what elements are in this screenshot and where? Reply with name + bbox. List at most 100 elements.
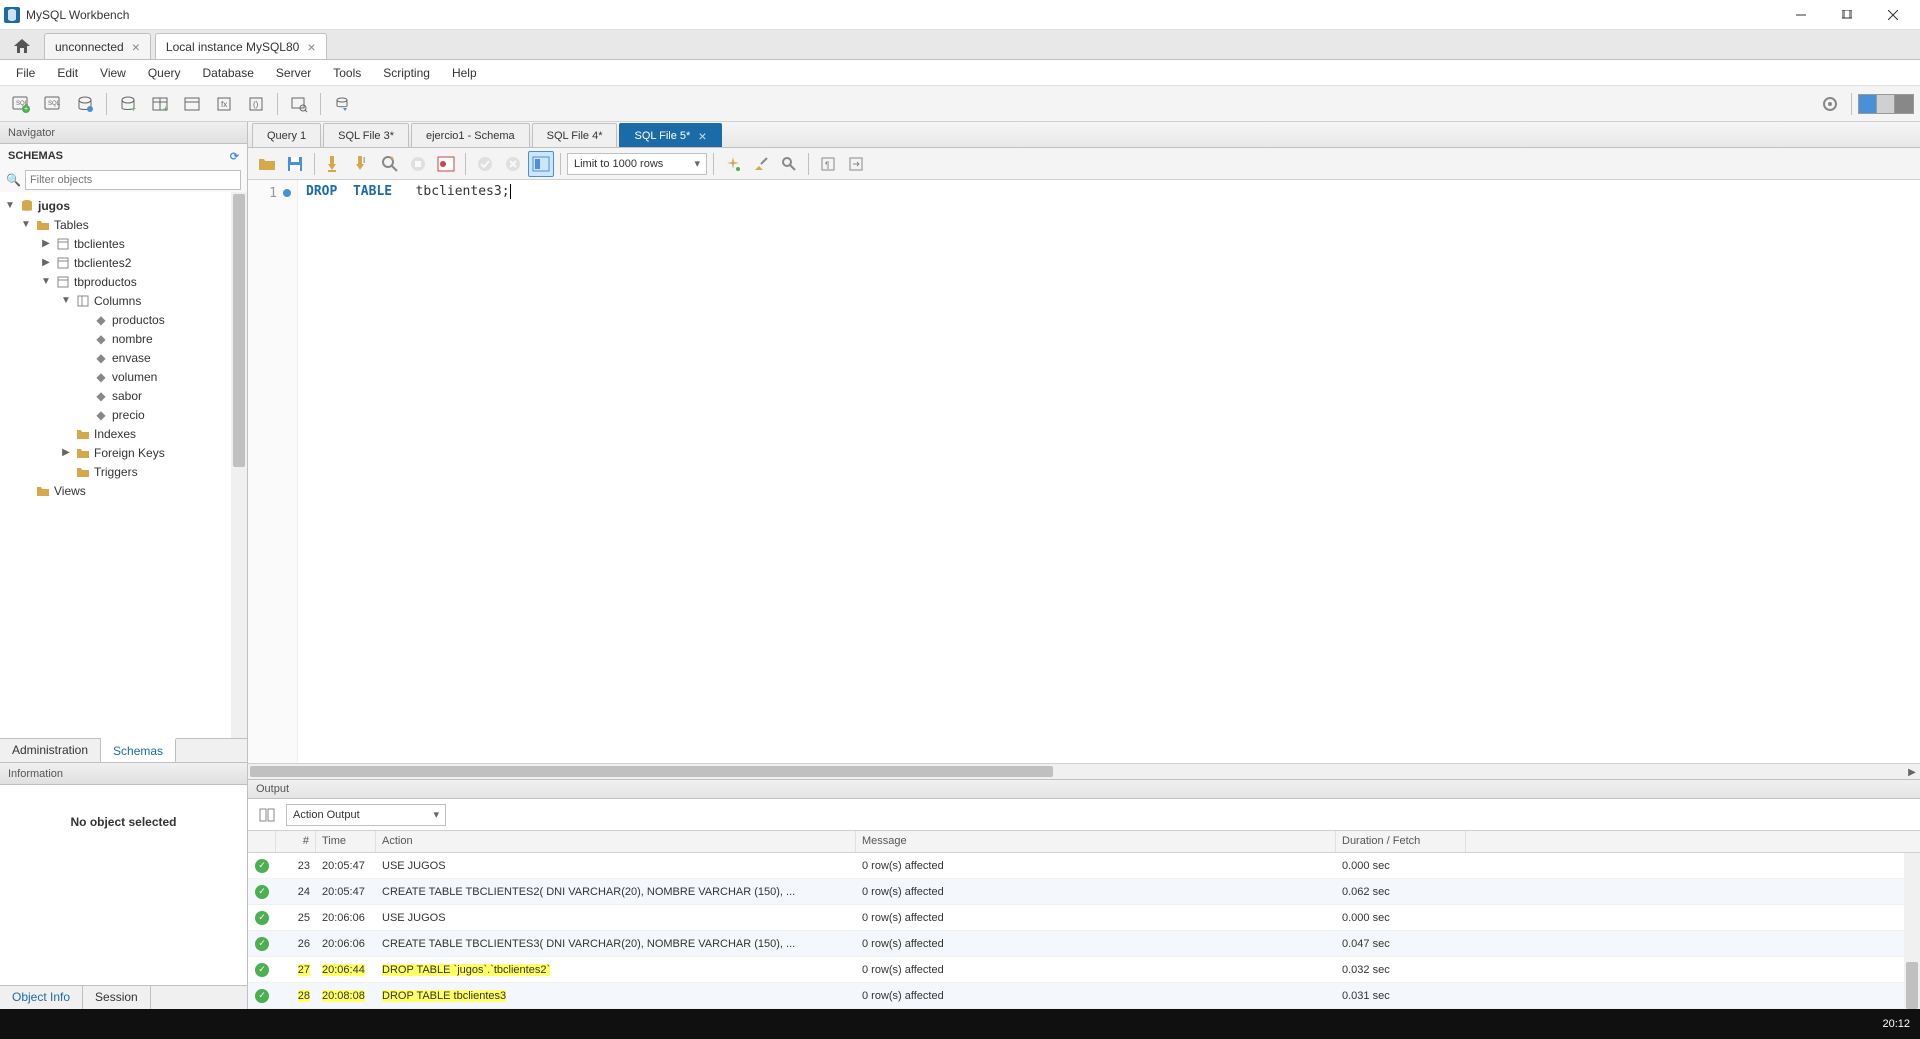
create-schema-button[interactable]: +	[113, 90, 143, 118]
open-sql-button[interactable]: SQL	[38, 90, 68, 118]
tree-tables[interactable]: ▼ Tables	[0, 215, 247, 234]
layout-toggle[interactable]	[1858, 94, 1914, 114]
collapse-icon[interactable]: ▼	[4, 200, 16, 211]
output-row[interactable]: ✓2720:06:44DROP TABLE `jugos`.`tbcliente…	[248, 957, 1920, 983]
sql-tab-active[interactable]: SQL File 5*×	[619, 123, 721, 147]
filter-input[interactable]	[25, 170, 241, 190]
menu-file[interactable]: File	[6, 62, 45, 84]
inspector-button[interactable]	[70, 90, 100, 118]
tree-db[interactable]: ▼ jugos	[0, 196, 247, 215]
wrap-button[interactable]: ¶	[815, 151, 841, 177]
expand-icon[interactable]	[20, 485, 32, 496]
create-table-button[interactable]: +	[145, 90, 175, 118]
stop-button[interactable]	[405, 151, 431, 177]
rollback-button[interactable]	[500, 151, 526, 177]
editor-h-scrollbar[interactable]: ◀ ▶	[248, 763, 1920, 779]
autocommit-button[interactable]	[528, 151, 554, 177]
sql-tab[interactable]: Query 1	[252, 123, 321, 147]
sql-tab[interactable]: SQL File 4*	[532, 123, 618, 147]
expand-icon[interactable]: ▶	[60, 447, 72, 458]
output-v-scrollbar[interactable]	[1904, 853, 1920, 1009]
refresh-icon[interactable]: ⟳	[230, 150, 239, 163]
tab-administration[interactable]: Administration	[0, 739, 101, 762]
menu-query[interactable]: Query	[138, 62, 191, 84]
new-sql-tab-button[interactable]: SQL+	[6, 90, 36, 118]
output-panels-button[interactable]	[254, 802, 280, 828]
find-button[interactable]	[776, 151, 802, 177]
close-icon[interactable]: ×	[307, 40, 315, 54]
code-area[interactable]: DROP TABLE tbclientes3;	[298, 180, 519, 763]
sql-tab[interactable]: ejercio1 - Schema	[411, 123, 530, 147]
output-row[interactable]: ✓2820:08:08DROP TABLE tbclientes30 row(s…	[248, 983, 1920, 1009]
maximize-button[interactable]	[1824, 0, 1870, 30]
tree-scrollbar[interactable]	[231, 192, 247, 738]
toggle-button[interactable]	[433, 151, 459, 177]
scroll-right-icon[interactable]: ▶	[1904, 764, 1920, 780]
sql-editor[interactable]: 1 DROP TABLE tbclientes3;	[248, 180, 1920, 763]
output-row[interactable]: ✓2620:06:06CREATE TABLE TBCLIENTES3( DNI…	[248, 931, 1920, 957]
layout-mid-icon[interactable]	[1877, 95, 1895, 113]
tab-object-info[interactable]: Object Info	[0, 986, 83, 1009]
tree-triggers[interactable]: Triggers	[0, 462, 247, 481]
output-row[interactable]: ✓2420:05:47CREATE TABLE TBCLIENTES2( DNI…	[248, 879, 1920, 905]
menu-server[interactable]: Server	[266, 62, 321, 84]
tree-table-item[interactable]: ▼ tbproductos	[0, 272, 247, 291]
output-row[interactable]: ✓2320:05:47USE JUGOS0 row(s) affected0.0…	[248, 853, 1920, 879]
create-view-button[interactable]	[177, 90, 207, 118]
menu-view[interactable]: View	[90, 62, 136, 84]
menu-help[interactable]: Help	[442, 62, 487, 84]
col-status-header[interactable]	[248, 831, 276, 852]
conn-tab-local[interactable]: Local instance MySQL80 ×	[155, 33, 327, 59]
reconnect-button[interactable]	[327, 90, 357, 118]
execute-button[interactable]	[321, 151, 347, 177]
col-num-header[interactable]: #	[276, 831, 316, 852]
close-icon[interactable]: ×	[698, 129, 706, 143]
col-time-header[interactable]: Time	[316, 831, 376, 852]
minimize-button[interactable]	[1778, 0, 1824, 30]
beautify-button[interactable]	[720, 151, 746, 177]
expand-icon[interactable]: ▶	[40, 257, 52, 268]
expand-icon[interactable]: ▶	[40, 238, 52, 249]
tree-column-item[interactable]: ◆productos	[0, 310, 247, 329]
collapse-icon[interactable]: ▼	[20, 219, 32, 230]
tree-views[interactable]: Views	[0, 481, 247, 500]
create-function-button[interactable]: ()	[241, 90, 271, 118]
col-duration-header[interactable]: Duration / Fetch	[1336, 831, 1466, 852]
menu-database[interactable]: Database	[193, 62, 264, 84]
open-file-button[interactable]	[254, 151, 280, 177]
conn-tab-unconnected[interactable]: unconnected ×	[44, 33, 151, 59]
tab-schemas[interactable]: Schemas	[101, 738, 176, 762]
tab-session[interactable]: Session	[83, 986, 151, 1009]
tree-column-item[interactable]: ◆nombre	[0, 329, 247, 348]
settings-button[interactable]	[1815, 90, 1845, 118]
close-button[interactable]	[1870, 0, 1916, 30]
expand-icon[interactable]	[60, 428, 72, 439]
execute-current-button[interactable]: I	[349, 151, 375, 177]
home-button[interactable]	[4, 33, 40, 59]
tree-fks[interactable]: ▶ Foreign Keys	[0, 443, 247, 462]
tree-column-item[interactable]: ◆volumen	[0, 367, 247, 386]
layout-left-icon[interactable]	[1859, 95, 1877, 113]
menu-edit[interactable]: Edit	[47, 62, 88, 84]
explain-button[interactable]	[377, 151, 403, 177]
col-message-header[interactable]: Message	[856, 831, 1336, 852]
output-type-select[interactable]: Action Output	[286, 804, 446, 826]
scroll-thumb[interactable]	[250, 766, 1053, 777]
tree-column-item[interactable]: ◆sabor	[0, 386, 247, 405]
tree-table-item[interactable]: ▶ tbclientes2	[0, 253, 247, 272]
col-action-header[interactable]: Action	[376, 831, 856, 852]
tree-indexes[interactable]: Indexes	[0, 424, 247, 443]
tree-table-item[interactable]: ▶ tbclientes	[0, 234, 247, 253]
commit-button[interactable]	[472, 151, 498, 177]
search-table-button[interactable]	[284, 90, 314, 118]
tree-column-item[interactable]: ◆envase	[0, 348, 247, 367]
invisible-button[interactable]	[843, 151, 869, 177]
menu-tools[interactable]: Tools	[323, 62, 371, 84]
brush-button[interactable]	[748, 151, 774, 177]
collapse-icon[interactable]: ▼	[40, 276, 52, 287]
close-icon[interactable]: ×	[132, 40, 140, 54]
create-procedure-button[interactable]: fx	[209, 90, 239, 118]
output-row[interactable]: ✓2520:06:06USE JUGOS0 row(s) affected0.0…	[248, 905, 1920, 931]
menu-scripting[interactable]: Scripting	[373, 62, 440, 84]
sql-tab[interactable]: SQL File 3*	[323, 123, 409, 147]
